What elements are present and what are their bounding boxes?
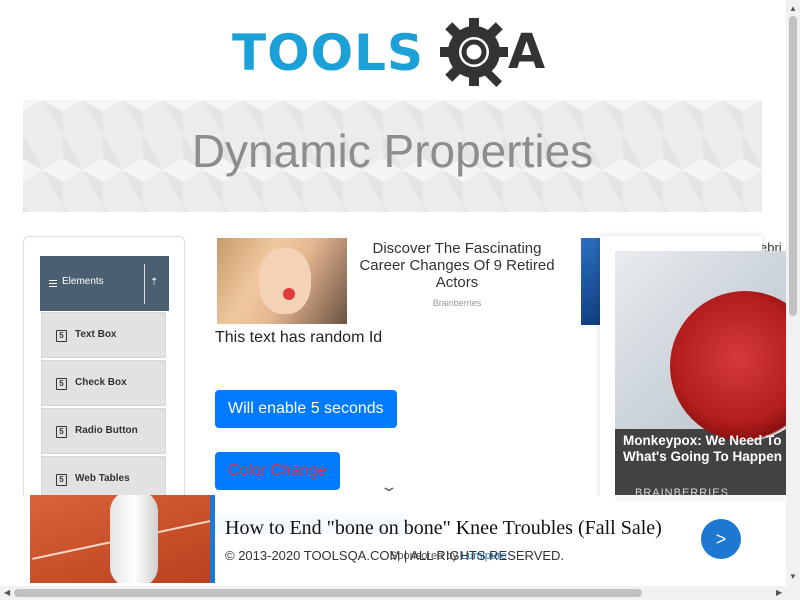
scroll-up-icon[interactable]: ▲ (789, 4, 797, 13)
page-title: Dynamic Properties (191, 125, 594, 177)
bottom-ad-image (30, 495, 210, 583)
bottom-ad-go-button[interactable]: > (701, 519, 741, 559)
scroll-left-icon[interactable]: ◀ (4, 588, 10, 597)
logo-text-tools: TOOLS (232, 24, 424, 82)
ad-headline[interactable]: Discover The Fascinating Career Changes … (352, 240, 562, 291)
gear-magnifier-icon (440, 18, 508, 88)
sidebar-item-text-box[interactable]: 5 Text Box (41, 312, 166, 358)
sidebar-item-radio-button[interactable]: 5 Radio Button (41, 408, 166, 454)
bottom-ad-banner[interactable]: How to End "bone on bone" Knee Troubles … (0, 495, 800, 585)
logo-text-a: A (508, 24, 546, 80)
scroll-down-icon[interactable]: ▼ (789, 572, 797, 581)
vertical-scrollbar[interactable]: ▲ ▼ (786, 0, 800, 586)
sidebar-item-check-box[interactable]: 5 Check Box (41, 360, 166, 406)
enable-after-button[interactable]: Will enable 5 seconds (215, 390, 397, 428)
sidebar-item-label: Web Tables (75, 473, 130, 484)
vertical-scroll-thumb[interactable] (789, 16, 797, 316)
random-id-text: This text has random Id (215, 329, 383, 346)
petri-dish-shape (670, 291, 800, 441)
hamburger-icon (49, 280, 57, 287)
sidebar-group-elements[interactable]: Elements ⇡ (40, 256, 169, 311)
group-divider (144, 264, 145, 304)
arrow-up-icon[interactable]: ⇡ (150, 277, 158, 288)
sidebar: Elements ⇡ 5 Text Box 5 Check Box 5 Radi… (23, 236, 185, 536)
ad-brand: Brainberries (432, 298, 482, 308)
html5-icon: 5 (56, 426, 67, 438)
html5-icon: 5 (56, 330, 67, 342)
horizontal-scrollbar[interactable]: ◀ ▶ (0, 586, 800, 600)
footer-copyright: © 2013-2020 TOOLSQA.COM | ALL RIGHTS RES… (225, 548, 565, 563)
sidebar-item-label: Text Box (75, 329, 117, 340)
chevron-down-icon[interactable]: ⌄ (379, 478, 398, 495)
html5-icon: 5 (56, 474, 67, 486)
horizontal-scroll-thumb[interactable] (14, 589, 642, 597)
ad-thumbnail-image[interactable] (217, 238, 347, 324)
bottom-ad-accent-bar (210, 495, 215, 583)
color-change-button[interactable]: Color Change (215, 452, 340, 490)
sidebar-group-label: Elements (62, 276, 104, 287)
page-banner: Dynamic Properties (23, 100, 762, 212)
popup-ad-card[interactable]: Monkeypox: We Need To What's Going To Ha… (615, 251, 800, 501)
page-root: TOOLS A Dynamic Properties Elements ⇡ 5 … (0, 0, 800, 600)
popup-ad-headline: Monkeypox: We Need To What's Going To Ha… (623, 433, 782, 464)
sidebar-item-label: Check Box (75, 377, 127, 388)
sidebar-item-label: Radio Button (75, 425, 138, 436)
ad-face-shape (259, 248, 311, 314)
knee-brace-shape (110, 495, 158, 583)
popup-ad-image (615, 251, 800, 441)
toolsqa-logo[interactable]: TOOLS A (232, 14, 562, 90)
html5-icon: 5 (56, 378, 67, 390)
bottom-ad-title[interactable]: How to End "bone on bone" Knee Troubles … (225, 517, 662, 540)
scroll-right-icon[interactable]: ▶ (776, 588, 782, 597)
ad-lollipop-shape (283, 288, 295, 300)
